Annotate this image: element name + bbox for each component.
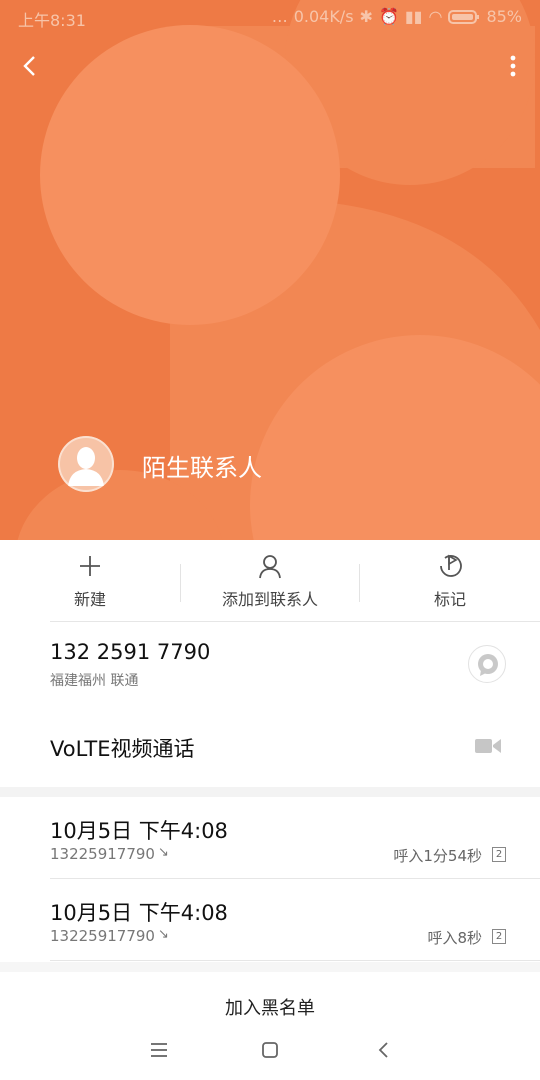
incoming-call-icon: ↘ (158, 927, 169, 942)
incoming-call-icon: ↘ (158, 845, 169, 860)
bluetooth-icon: ✱ (359, 7, 373, 26)
wifi-icon: ◠ (428, 7, 443, 26)
divider (50, 621, 540, 622)
flag-icon (440, 554, 462, 577)
action-label: 新建 (73, 590, 106, 609)
back-arrow-icon[interactable] (16, 52, 44, 80)
call-log-number: 13225917790 (50, 845, 155, 863)
contact-name: 陌生联系人 (142, 454, 262, 482)
action-label: 添加到联系人 (221, 590, 318, 609)
net-speed: 0.04K/s (293, 7, 354, 26)
call-log-item[interactable]: 10月5日 下午4:08 13225917790 ↘ 呼入8秒 2 (0, 879, 540, 961)
section-gap (0, 787, 540, 797)
sim-badge: 2 (492, 929, 506, 944)
alarm-icon: ⏰ (378, 7, 399, 26)
call-log-date: 10月5日 下午4:08 (50, 901, 228, 925)
plus-icon (80, 556, 100, 576)
volte-video-call[interactable]: VoLTE视频通话 (50, 733, 195, 763)
message-bubble-icon[interactable] (468, 645, 506, 683)
call-log-detail: 呼入8秒 (427, 929, 482, 947)
decor-circle-large (40, 25, 340, 325)
section-gap (0, 962, 540, 972)
person-icon (259, 555, 281, 579)
contact-header: 上午8:31 … 0.04K/s ✱ ⏰ ▮▮ ◠ 85% 陌生联系人 (0, 0, 540, 540)
battery-percent: 85% (486, 7, 522, 26)
divider (50, 960, 540, 961)
call-log-item[interactable]: 10月5日 下午4:08 13225917790 ↘ 呼入1分54秒 2 (0, 797, 540, 879)
mark-button[interactable]: 标记 (360, 540, 540, 622)
menu-icon[interactable] (145, 1036, 173, 1064)
video-camera-icon[interactable] (474, 736, 502, 756)
sim-badge: 2 (492, 847, 506, 862)
battery-icon (448, 9, 480, 24)
dots-icon: … (271, 7, 288, 26)
status-time: 上午8:31 (18, 11, 86, 30)
signal-icon: ▮▮ (404, 7, 423, 26)
status-icons: … 0.04K/s ✱ ⏰ ▮▮ ◠ 85% (272, 7, 522, 26)
call-log-detail: 呼入1分54秒 (393, 847, 482, 865)
new-contact-button[interactable]: 新建 (0, 540, 180, 622)
call-log-number: 13225917790 (50, 927, 155, 945)
action-bar: 新建 添加到联系人 标记 (0, 540, 540, 622)
status-bar: 上午8:31 … 0.04K/s ✱ ⏰ ▮▮ ◠ 85% (0, 0, 540, 34)
action-label: 标记 (433, 590, 466, 609)
system-navbar (0, 1030, 540, 1070)
phone-location: 福建福州 联通 (50, 673, 139, 689)
add-to-blacklist-button[interactable]: 加入黑名单 (0, 994, 540, 1020)
default-avatar-icon (58, 436, 114, 492)
home-icon[interactable] (256, 1036, 284, 1064)
back-icon[interactable] (370, 1036, 398, 1064)
call-log-date: 10月5日 下午4:08 (50, 819, 228, 843)
more-vertical-icon[interactable] (506, 52, 520, 80)
phone-number[interactable]: 132 2591 7790 (50, 640, 210, 664)
add-to-contacts-button[interactable]: 添加到联系人 (180, 540, 360, 622)
